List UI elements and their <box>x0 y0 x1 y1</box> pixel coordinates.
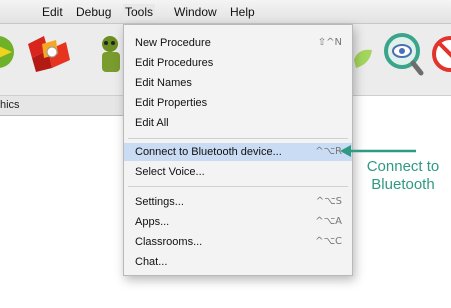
menu-item-new-procedure[interactable]: New Procedure ⇧^N <box>124 34 352 52</box>
menu-item-connect-bluetooth[interactable]: Connect to Bluetooth device... ^⌥R <box>124 143 352 161</box>
menu-item-shortcut: ⇧^N <box>317 37 342 48</box>
menu-item-shortcut: ^⌥S <box>315 196 342 207</box>
menu-item-settings[interactable]: Settings... ^⌥S <box>124 193 352 211</box>
menu-item-label: Apps... <box>135 216 170 228</box>
menu-item-chat[interactable]: Chat... <box>124 253 352 271</box>
tab-strip: hics <box>0 96 140 116</box>
menu-item-select-voice[interactable]: Select Voice... <box>124 163 352 181</box>
menu-separator <box>128 138 348 139</box>
menu-window[interactable]: Window <box>172 4 219 20</box>
menu-tools[interactable]: Tools <box>123 4 156 20</box>
toolbar-character-icon[interactable] <box>92 34 126 76</box>
menu-item-label: Edit Procedures <box>135 57 214 69</box>
menu-item-apps[interactable]: Apps... ^⌥A <box>124 213 352 231</box>
menu-item-edit-names[interactable]: Edit Names <box>124 74 352 92</box>
menu-item-shortcut: ^⌥A <box>315 216 342 227</box>
menu-item-label: New Procedure <box>135 37 211 49</box>
toolbar-red-package-icon[interactable] <box>22 30 74 76</box>
menu-bar: Edit Debug Tools Window Help <box>0 0 451 24</box>
annotation-arrow-icon <box>340 145 416 157</box>
menu-item-classrooms[interactable]: Classrooms... ^⌥C <box>124 233 352 251</box>
toolbar-green-leaf-icon[interactable] <box>352 46 374 72</box>
menu-item-edit-all[interactable]: Edit All <box>124 114 352 132</box>
menu-item-label: Settings... <box>135 196 184 208</box>
menu-item-label: Edit Names <box>135 77 192 89</box>
menu-separator <box>128 186 348 187</box>
menu-help[interactable]: Help <box>228 4 257 20</box>
menu-item-edit-procedures[interactable]: Edit Procedures <box>124 54 352 72</box>
toolbar-magnifier-icon[interactable] <box>382 32 424 78</box>
toolbar-stop-icon[interactable] <box>432 34 451 74</box>
menu-item-edit-properties[interactable]: Edit Properties <box>124 94 352 112</box>
menu-item-shortcut: ^⌥C <box>315 236 342 247</box>
menu-item-label: Edit Properties <box>135 97 208 109</box>
menu-item-label: Select Voice... <box>135 166 205 178</box>
tools-dropdown-menu: New Procedure ⇧^N Edit Procedures Edit N… <box>123 24 353 276</box>
menu-item-label: Connect to Bluetooth device... <box>135 146 282 158</box>
menu-item-label: Chat... <box>135 256 168 268</box>
menu-edit[interactable]: Edit <box>40 4 65 20</box>
toolbar-green-circle-icon[interactable] <box>0 32 18 72</box>
graphics-tab[interactable]: hics <box>0 99 20 111</box>
menu-item-label: Classrooms... <box>135 236 203 248</box>
annotation-text: Connect to Bluetooth <box>366 158 440 193</box>
menu-item-label: Edit All <box>135 117 169 129</box>
menu-debug[interactable]: Debug <box>74 4 113 20</box>
